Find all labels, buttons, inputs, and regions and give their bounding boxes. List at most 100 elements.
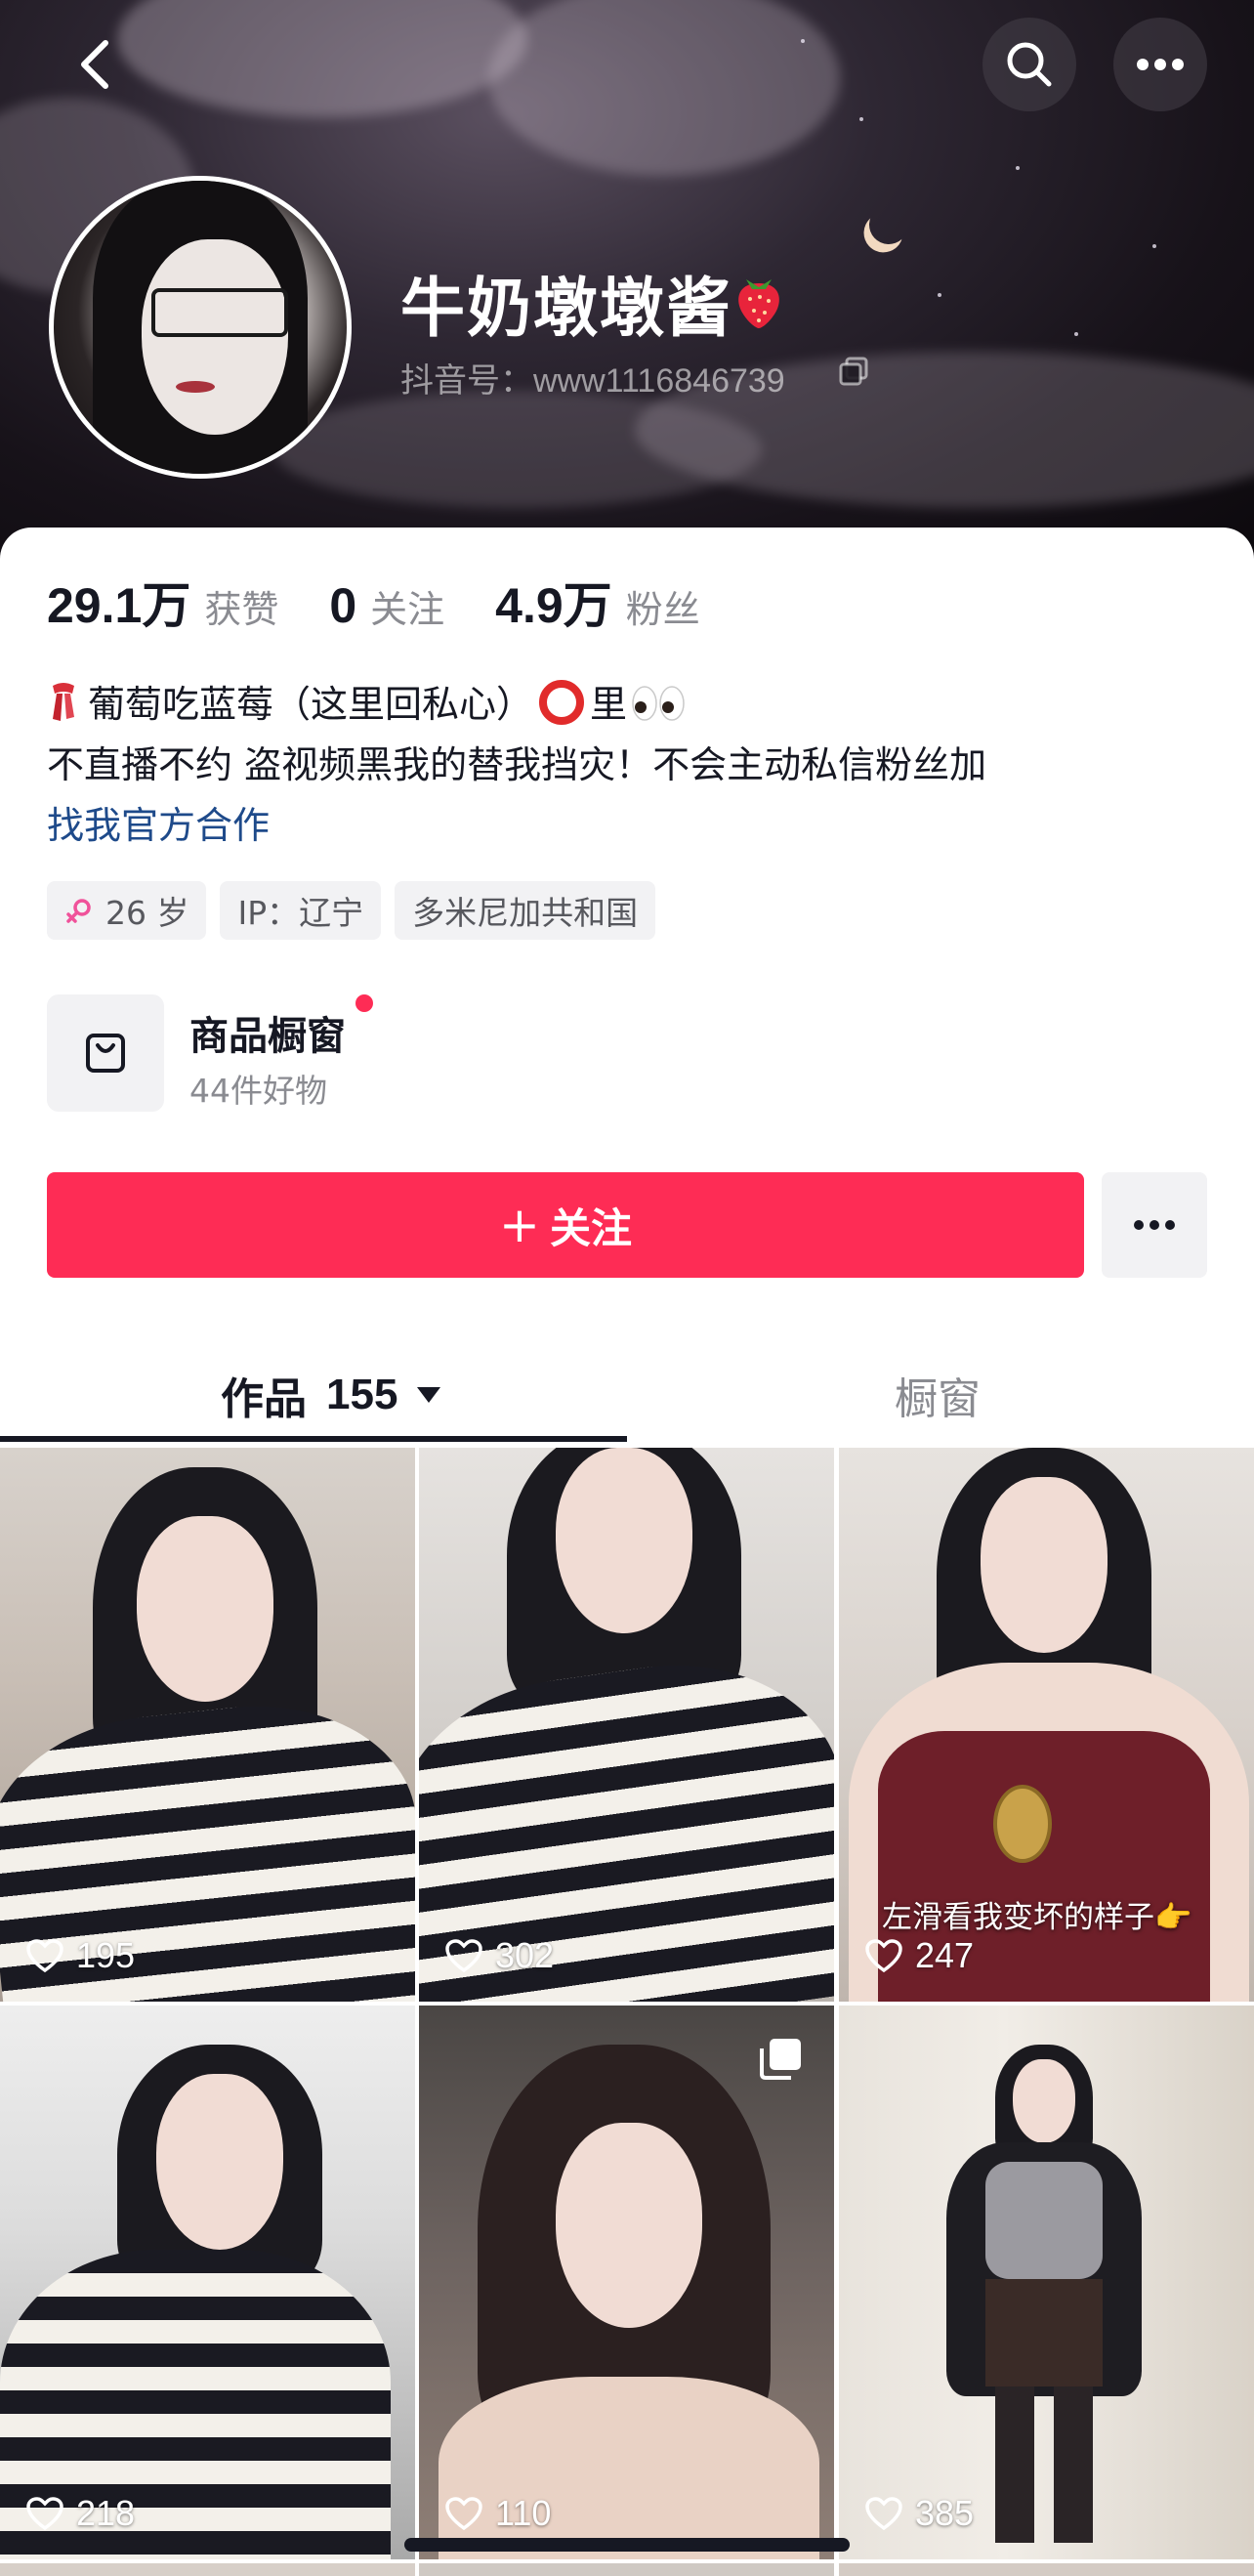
eyes-icon bbox=[632, 686, 685, 721]
home-indicator[interactable] bbox=[404, 2538, 850, 2552]
person-face bbox=[137, 1516, 273, 1702]
bio-line-1-suffix: 里 bbox=[590, 683, 628, 726]
more-horizontal-icon bbox=[1137, 59, 1184, 70]
copy-icon[interactable] bbox=[838, 356, 869, 387]
cover-star bbox=[1016, 166, 1020, 170]
person-face bbox=[556, 2123, 702, 2328]
follow-button[interactable]: + 关注 bbox=[47, 1172, 1084, 1278]
leg-right bbox=[1054, 2386, 1093, 2543]
search-icon bbox=[1007, 42, 1052, 87]
video-tile[interactable]: 302 bbox=[419, 1448, 834, 2002]
ip-tag: IP：辽宁 bbox=[220, 881, 382, 940]
heart-icon bbox=[865, 1939, 902, 1973]
bio-line-1-text: 葡萄吃蓝莓（这里回私心） bbox=[88, 683, 534, 726]
back-button[interactable] bbox=[49, 18, 143, 111]
cover-star bbox=[859, 117, 863, 121]
shop-window-entry[interactable]: 商品橱窗 44件好物 bbox=[47, 994, 633, 1116]
profile-tags: 26 岁 IP：辽宁 多米尼加共和国 bbox=[47, 881, 656, 940]
following-label[interactable]: 关注 bbox=[370, 579, 444, 633]
video-tile[interactable]: 385 bbox=[839, 2006, 1254, 2559]
video-likes-count: 385 bbox=[915, 2493, 975, 2533]
follow-label: 关注 bbox=[549, 1204, 632, 1252]
tab-shop-window[interactable]: 橱窗 bbox=[895, 1356, 981, 1434]
shop-title: 商品橱窗 bbox=[189, 1014, 346, 1059]
followers-label[interactable]: 粉丝 bbox=[626, 579, 700, 633]
cover-star bbox=[1152, 244, 1156, 248]
video-likes: 247 bbox=[864, 1935, 974, 1976]
bio: 葡萄吃蓝莓（这里回私心） 里 不直播不约 盗视频黑我的替我挡灾！不会主动私信粉丝… bbox=[47, 674, 1209, 856]
shop-subtitle: 44件好物 bbox=[189, 1072, 327, 1110]
profile-stats: 29.1万 获赞 0 关注 4.9万 粉丝 bbox=[47, 567, 751, 637]
video-tile[interactable] bbox=[839, 2563, 1254, 2576]
video-likes: 218 bbox=[25, 2493, 135, 2534]
video-tile[interactable]: 110 bbox=[419, 2006, 834, 2559]
active-tab-indicator bbox=[0, 1436, 627, 1442]
person-face bbox=[156, 2074, 283, 2250]
profile-cover: 牛奶墩墩酱 抖音号：www1116846739 bbox=[0, 0, 1254, 567]
bio-link[interactable]: 找我官方合作 bbox=[47, 795, 1209, 856]
heart-icon bbox=[865, 2497, 902, 2531]
video-likes: 302 bbox=[444, 1935, 554, 1976]
moon-icon bbox=[863, 199, 913, 249]
leather-skirt bbox=[985, 2279, 1103, 2386]
video-tile[interactable]: 218 bbox=[0, 2006, 415, 2559]
cover-blossom bbox=[273, 391, 762, 508]
video-tile[interactable]: 195 bbox=[0, 1448, 415, 2002]
person-face bbox=[556, 1448, 692, 1633]
shopping-bag-icon bbox=[86, 1034, 125, 1073]
country-tag: 多米尼加共和国 bbox=[395, 881, 656, 940]
profile-nickname: 牛奶墩墩酱 bbox=[400, 271, 732, 346]
age-tag: 26 岁 bbox=[47, 881, 207, 940]
cover-blossom bbox=[117, 0, 527, 117]
video-likes-count: 247 bbox=[915, 1935, 975, 1975]
video-tile[interactable]: 左滑看我变坏的样子👉 247 bbox=[839, 1448, 1254, 2002]
avatar-glasses bbox=[151, 288, 288, 337]
search-button[interactable] bbox=[982, 18, 1076, 111]
cover-star bbox=[1074, 332, 1078, 336]
likes-label: 获赞 bbox=[204, 588, 279, 631]
caret-down-icon[interactable] bbox=[417, 1387, 441, 1403]
multi-image-icon bbox=[760, 2039, 801, 2080]
heart-icon bbox=[445, 2497, 482, 2531]
more-actions-button[interactable] bbox=[1102, 1172, 1207, 1278]
video-caption: 左滑看我变坏的样子👉 bbox=[882, 1900, 1192, 1935]
female-icon bbox=[66, 899, 91, 923]
age-text: 26 岁 bbox=[105, 894, 189, 932]
grey-top bbox=[985, 2162, 1103, 2279]
more-options-button[interactable] bbox=[1113, 18, 1207, 111]
cover-blossom bbox=[488, 0, 840, 176]
heart-icon bbox=[445, 1939, 482, 1973]
video-likes: 195 bbox=[25, 1935, 135, 1976]
cover-star bbox=[938, 293, 941, 297]
tab-works[interactable]: 作品 155 bbox=[221, 1356, 441, 1434]
video-likes-count: 302 bbox=[495, 1935, 555, 1975]
chevron-left-icon bbox=[81, 40, 108, 89]
heart-icon bbox=[26, 1939, 63, 1973]
avatar[interactable] bbox=[49, 176, 352, 479]
person-face bbox=[981, 1477, 1108, 1653]
followers-count[interactable]: 4.9万 bbox=[495, 567, 612, 637]
more-horizontal-icon bbox=[1134, 1220, 1175, 1230]
douyin-id: 抖音号：www1116846739 bbox=[400, 362, 785, 400]
red-circle-icon bbox=[539, 680, 585, 725]
plus-icon: + bbox=[499, 1197, 540, 1253]
brooch bbox=[993, 1785, 1052, 1863]
leg-left bbox=[995, 2386, 1034, 2543]
scarf-icon bbox=[53, 683, 74, 721]
bio-line-1: 葡萄吃蓝莓（这里回私心） 里 bbox=[47, 674, 1209, 735]
video-tile[interactable] bbox=[419, 2563, 834, 2576]
video-likes-count: 195 bbox=[76, 1935, 136, 1975]
avatar-lips bbox=[176, 381, 215, 393]
following-count[interactable]: 0 bbox=[329, 577, 356, 634]
video-likes: 385 bbox=[864, 2493, 974, 2534]
cover-star bbox=[801, 39, 805, 43]
heart-icon bbox=[26, 2497, 63, 2531]
video-likes-count: 110 bbox=[495, 2493, 552, 2533]
notification-dot bbox=[355, 994, 373, 1012]
video-tile[interactable] bbox=[0, 2563, 415, 2576]
profile-tabs: 作品 155 橱窗 bbox=[0, 1356, 1254, 1444]
video-likes: 110 bbox=[444, 2493, 551, 2534]
avatar-face bbox=[142, 239, 288, 435]
video-likes-count: 218 bbox=[76, 2493, 136, 2533]
bio-line-2: 不直播不约 盗视频黑我的替我挡灾！不会主动私信粉丝加 bbox=[47, 743, 987, 786]
